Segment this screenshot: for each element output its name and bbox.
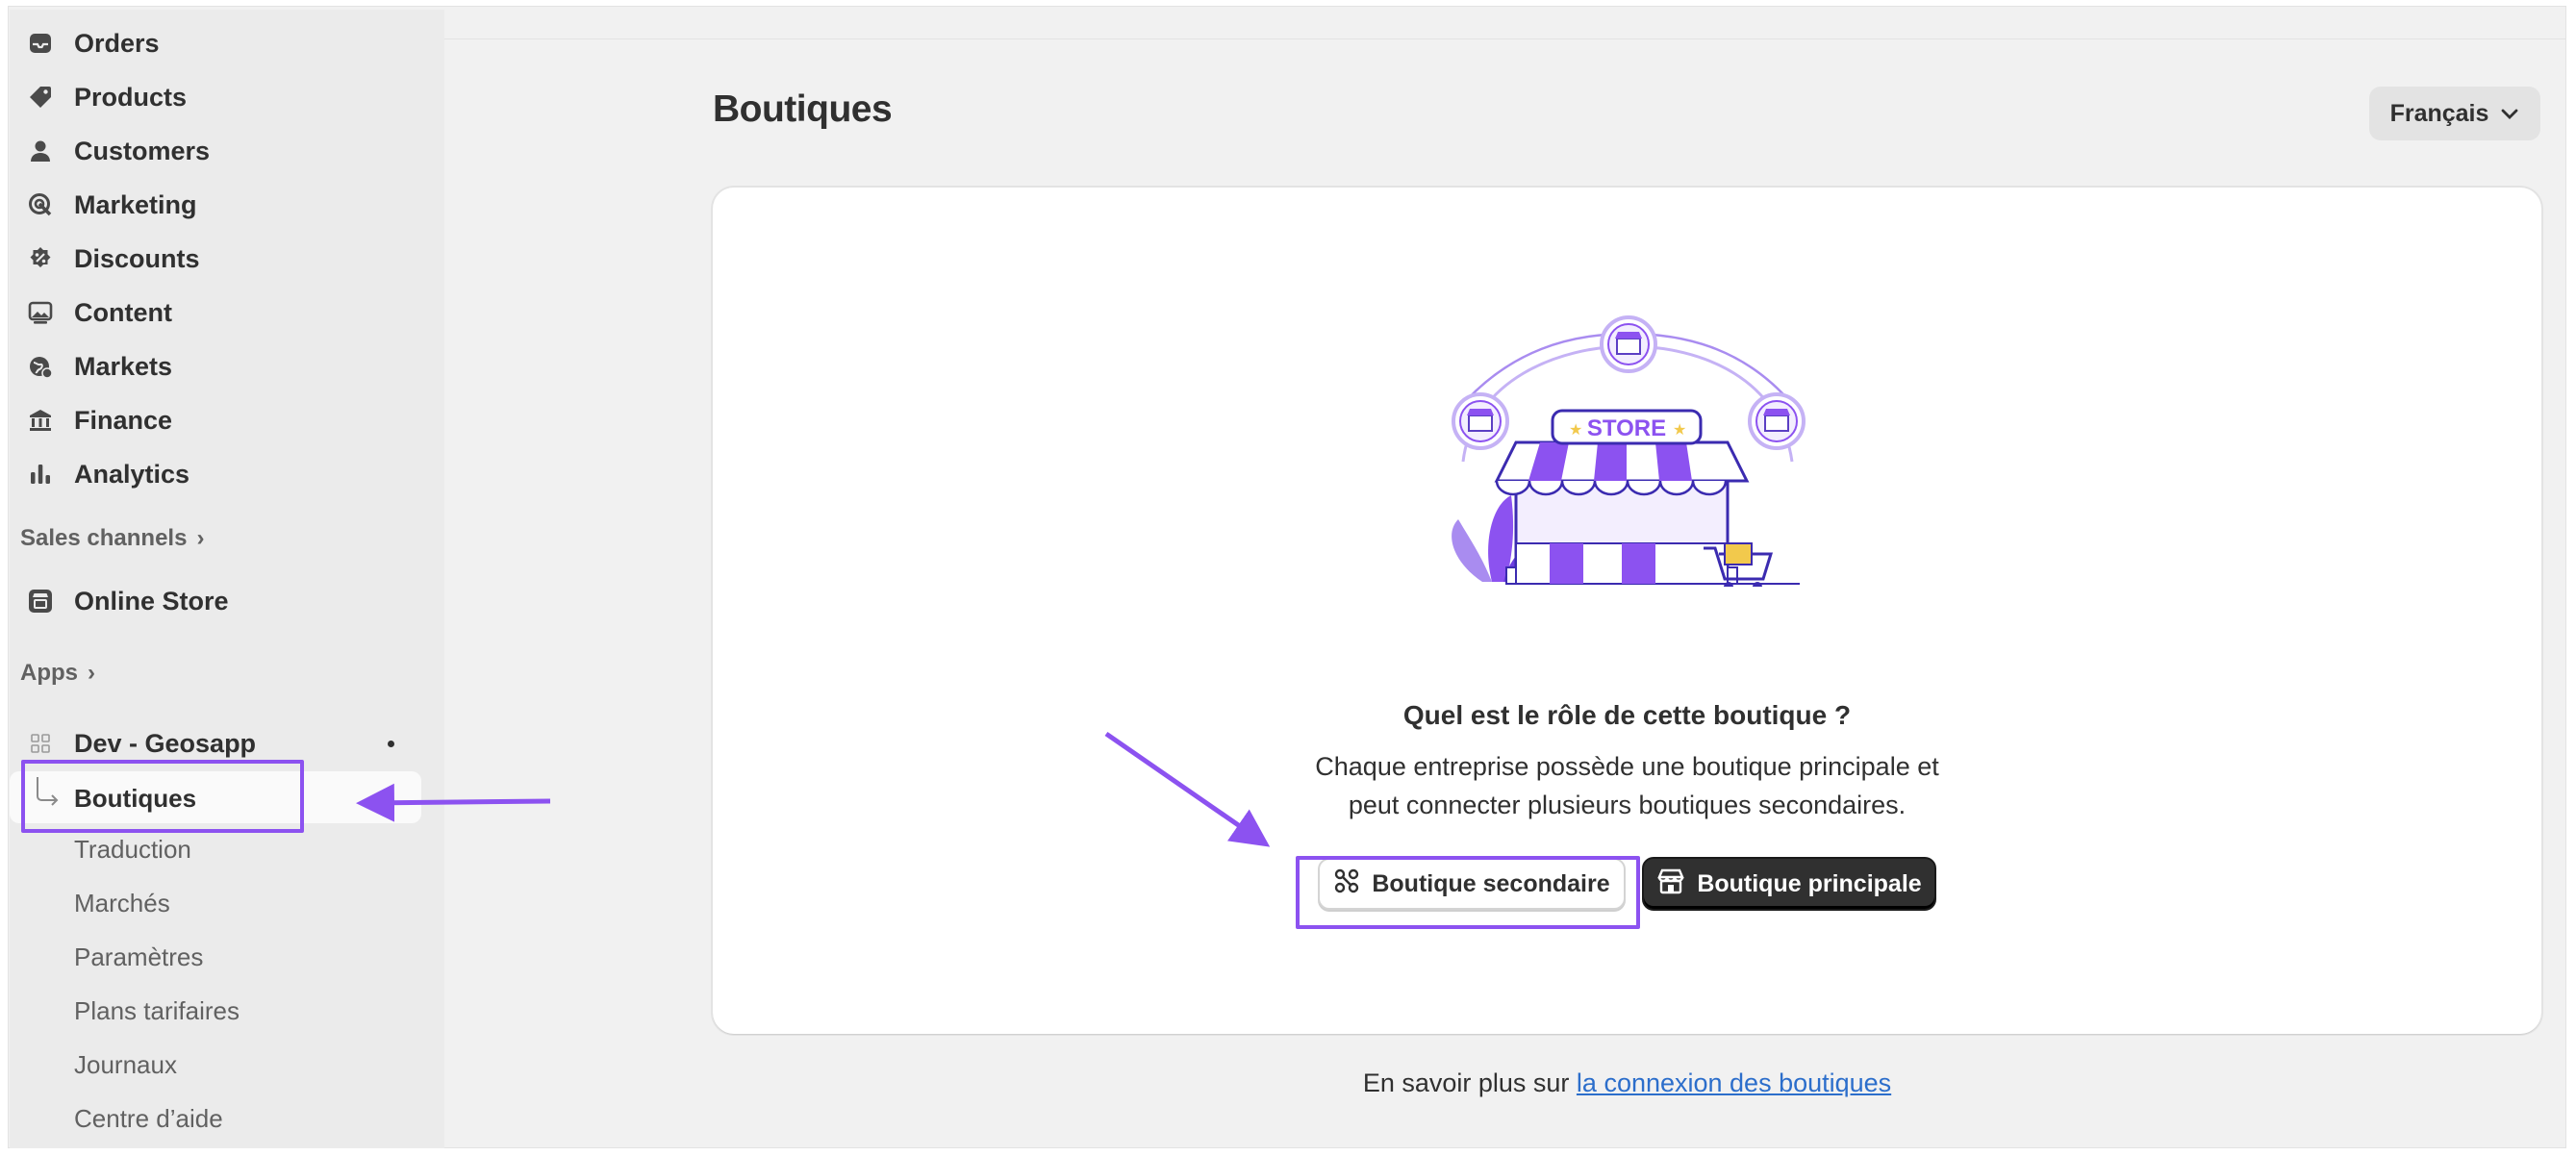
sidebar-item-label: Orders <box>74 29 160 58</box>
sidebar-item-marketing[interactable]: Marketing <box>10 178 429 232</box>
svg-text:★: ★ <box>1569 420 1582 439</box>
sidebar-subitem-centre-aide[interactable]: Centre d’aide <box>74 1104 223 1134</box>
tag-icon <box>27 84 54 111</box>
role-description: Chaque entreprise possède une boutique p… <box>713 747 2541 824</box>
sidebar-item-discounts[interactable]: Discounts <box>10 232 429 286</box>
sidebar-item-label: Products <box>74 83 188 112</box>
secondary-store-button[interactable]: Boutique secondaire <box>1318 858 1626 910</box>
sidebar-item-label: Discounts <box>74 244 200 273</box>
learn-more-footer: En savoir plus sur la connexion des bout… <box>713 1068 2541 1098</box>
learn-more-text: En savoir plus sur <box>1362 1068 1577 1097</box>
store-role-card: STORE ★ ★ Quel est le rôle de cette bout… <box>713 188 2541 1034</box>
chevron-down-icon <box>2500 100 2519 128</box>
sidebar-item-label: Analytics <box>74 460 190 489</box>
sidebar-item-label: Finance <box>74 406 173 435</box>
apps-label: Apps <box>20 660 78 686</box>
pin-dot-icon[interactable] <box>388 741 394 747</box>
sidebar-item-label: Marketing <box>74 190 197 219</box>
learn-more-link[interactable]: la connexion des boutiques <box>1577 1068 1891 1097</box>
language-selector[interactable]: Français <box>2369 87 2540 140</box>
store-network-illustration: STORE ★ ★ <box>1452 315 1806 587</box>
top-divider <box>444 38 2566 39</box>
sidebar-subitem-traduction[interactable]: Traduction <box>74 835 191 865</box>
primary-store-label: Boutique principale <box>1697 869 1922 897</box>
sidebar: Orders Products Customers Marketing Disc… <box>10 10 444 1148</box>
sidebar-item-label: Online Store <box>74 587 229 616</box>
sidebar-item-app-dev-geosapp[interactable]: Dev - Geosapp <box>10 716 429 770</box>
secondary-store-label: Boutique secondaire <box>1372 869 1610 897</box>
role-description-line1: Chaque entreprise possède une boutique p… <box>1315 752 1939 781</box>
sidebar-item-label: Customers <box>74 137 211 165</box>
sidebar-subitem-parametres[interactable]: Paramètres <box>74 942 203 972</box>
store-sign-text: STORE <box>1587 415 1666 441</box>
bank-icon <box>27 407 54 434</box>
role-question: Quel est le rôle de cette boutique ? <box>1402 700 1852 730</box>
discount-icon <box>27 245 54 272</box>
store-icon <box>1656 867 1685 901</box>
sidebar-item-finance[interactable]: Finance <box>10 393 429 447</box>
primary-store-button[interactable]: Boutique principale <box>1642 857 1936 911</box>
sidebar-subitem-label: Boutiques <box>74 784 197 813</box>
apps-header[interactable]: Apps › <box>20 660 95 687</box>
sidebar-item-online-store[interactable]: Online Store <box>10 574 429 628</box>
target-icon <box>27 191 54 218</box>
sales-channels-header[interactable]: Sales channels › <box>20 525 204 552</box>
connection-icon <box>1333 867 1360 901</box>
chevron-right-icon: › <box>88 660 95 686</box>
svg-text:★: ★ <box>1673 420 1686 439</box>
app-grid-icon <box>27 730 54 757</box>
sidebar-item-content[interactable]: Content <box>10 286 429 339</box>
person-icon <box>27 138 54 164</box>
sidebar-subitem-marches[interactable]: Marchés <box>74 889 170 918</box>
role-description-line2: peut connecter plusieurs boutiques secon… <box>1348 791 1907 819</box>
page-title: Boutiques <box>713 88 893 130</box>
sidebar-item-customers[interactable]: Customers <box>10 124 429 178</box>
sidebar-item-label: Dev - Geosapp <box>74 729 257 758</box>
inbox-icon <box>27 30 54 57</box>
globe-icon <box>27 353 54 380</box>
sidebar-subitem-boutiques[interactable]: Boutiques <box>10 771 421 823</box>
sidebar-subitem-journaux[interactable]: Journaux <box>74 1050 177 1080</box>
sidebar-item-label: Content <box>74 298 172 327</box>
tree-branch-icon <box>35 777 60 811</box>
sidebar-item-orders[interactable]: Orders <box>10 16 429 70</box>
sidebar-item-products[interactable]: Products <box>10 70 429 124</box>
sales-channels-label: Sales channels <box>20 525 188 551</box>
bar-chart-icon <box>27 461 54 488</box>
sidebar-item-analytics[interactable]: Analytics <box>10 447 429 501</box>
sidebar-subitem-plans-tarifaires[interactable]: Plans tarifaires <box>74 996 240 1026</box>
language-label: Français <box>2389 99 2489 127</box>
sidebar-item-markets[interactable]: Markets <box>10 339 429 393</box>
store-icon <box>27 588 54 615</box>
sidebar-item-label: Markets <box>74 352 173 381</box>
image-icon <box>27 299 54 326</box>
chevron-right-icon: › <box>196 525 205 551</box>
